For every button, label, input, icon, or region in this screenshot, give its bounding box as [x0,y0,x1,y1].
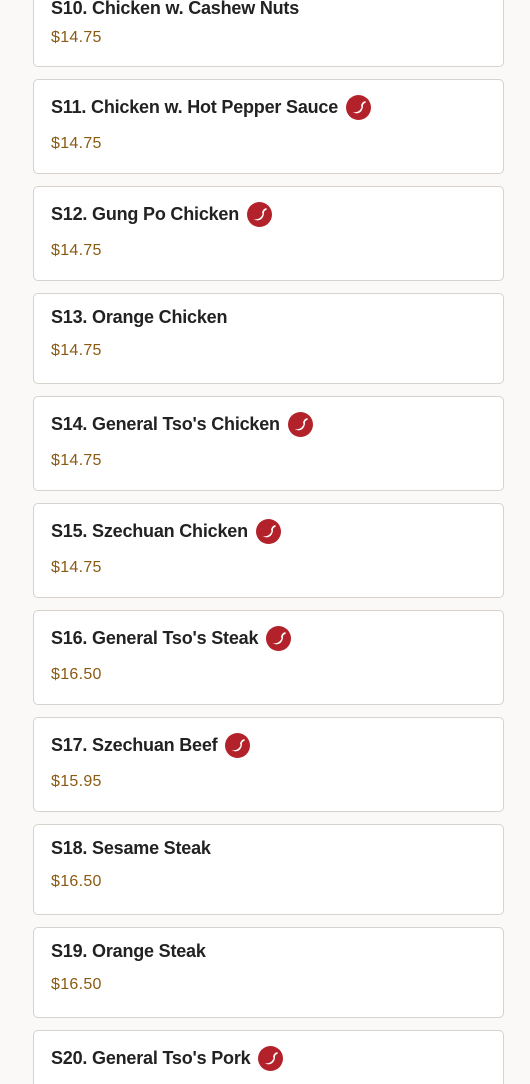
menu-item-name: S11. Chicken w. Hot Pepper Sauce [51,97,339,117]
chili-pepper-icon [225,733,251,758]
menu-item-price: $16.50 [51,976,102,993]
menu-item-name: S12. Gung Po Chicken [51,204,240,224]
menu-item-price: $14.75 [51,559,102,576]
menu-item-price: $14.75 [51,452,102,469]
menu-item-name: S17. Szechuan Beef [51,735,218,755]
menu-item-price: $14.75 [51,342,102,359]
chili-pepper-icon [287,412,313,437]
chili-pepper-icon [346,95,372,120]
chili-pepper-icon [258,1046,284,1071]
menu-item-card[interactable]: S19. Orange Steak $16.50 [33,927,504,1018]
menu-item-name: S18. Sesame Steak [51,838,211,858]
menu-item-card[interactable]: S17. Szechuan Beef $15.95 [33,717,504,812]
menu-item-card[interactable]: S10. Chicken w. Cashew Nuts $14.75 [33,0,504,67]
menu-item-name: S16. General Tso's Steak [51,628,259,648]
menu-item-card[interactable]: S13. Orange Chicken $14.75 [33,293,504,384]
chili-pepper-icon [247,202,273,227]
menu-item-name: S15. Szechuan Chicken [51,521,248,541]
menu-item-list: S10. Chicken w. Cashew Nuts $14.75 S11. … [0,0,530,1084]
menu-item-price: $14.75 [51,135,102,152]
menu-item-name: S20. General Tso's Pork [51,1048,251,1068]
menu-item-card[interactable]: S15. Szechuan Chicken $14.75 [33,503,504,598]
menu-item-card[interactable]: S14. General Tso's Chicken $14.75 [33,396,504,491]
menu-item-card[interactable]: S16. General Tso's Steak $16.50 [33,610,504,705]
menu-item-card[interactable]: S11. Chicken w. Hot Pepper Sauce $14.75 [33,79,504,174]
menu-item-name: S13. Orange Chicken [51,307,228,327]
chili-pepper-icon [266,626,292,651]
menu-item-name: S10. Chicken w. Cashew Nuts [51,0,300,18]
menu-item-price: $14.75 [51,242,102,259]
menu-item-card[interactable]: S20. General Tso's Pork [33,1030,504,1084]
menu-item-price: $16.50 [51,666,102,683]
menu-item-price: $16.50 [51,873,102,890]
chili-pepper-icon [255,519,281,544]
menu-item-name: S19. Orange Steak [51,941,206,961]
menu-item-price: $14.75 [51,29,102,46]
menu-item-card[interactable]: S18. Sesame Steak $16.50 [33,824,504,915]
menu-item-name: S14. General Tso's Chicken [51,414,280,434]
menu-item-card[interactable]: S12. Gung Po Chicken $14.75 [33,186,504,281]
menu-item-price: $15.95 [51,773,102,790]
